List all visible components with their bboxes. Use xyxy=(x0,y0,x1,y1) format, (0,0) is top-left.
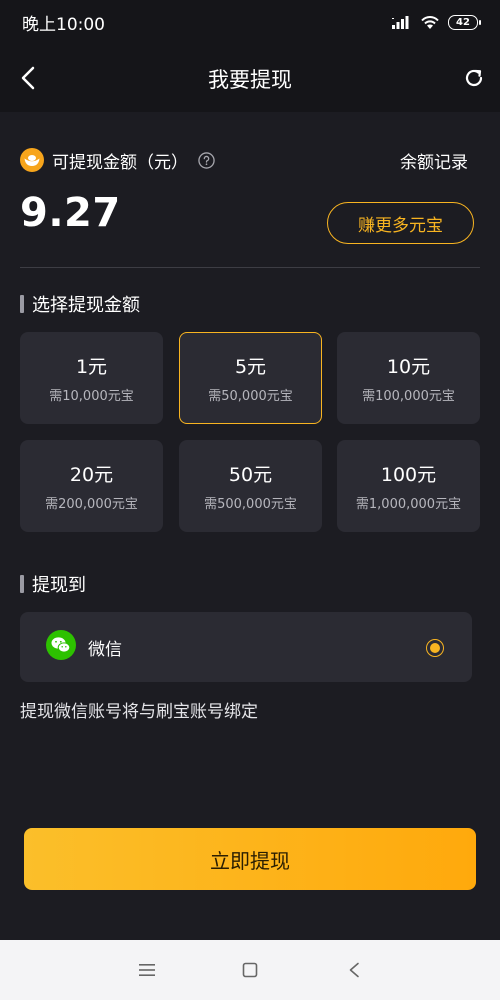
balance-amount: 9.27 xyxy=(20,190,121,236)
wechat-icon xyxy=(46,630,76,660)
status-indicators: 42 xyxy=(392,14,481,30)
earn-more-button[interactable]: 赚更多元宝 xyxy=(327,202,474,244)
amount-option-value: 20元 xyxy=(69,464,114,486)
amount-option-value: 1元 xyxy=(75,356,108,378)
divider xyxy=(20,267,480,268)
page-title: 我要提现 xyxy=(208,68,292,92)
square-home-icon xyxy=(242,962,258,978)
amount-option-value: 50元 xyxy=(228,464,273,486)
section-marker xyxy=(20,295,24,313)
amount-option-need: 需1,000,000元宝 xyxy=(355,497,462,512)
amount-option-need: 需100,000元宝 xyxy=(362,389,455,404)
system-nav-bar xyxy=(0,940,500,1000)
refresh-button[interactable] xyxy=(460,64,488,92)
system-back-button[interactable] xyxy=(342,958,366,982)
amount-option-need: 需10,000元宝 xyxy=(49,389,134,404)
bind-note: 提现微信账号将与刷宝账号绑定 xyxy=(20,702,258,722)
amount-option-value: 100元 xyxy=(380,464,437,486)
amount-option-100[interactable]: 100元 需1,000,000元宝 xyxy=(337,440,480,532)
amount-option-need: 需500,000元宝 xyxy=(204,497,297,512)
status-time: 晚上10:00 xyxy=(22,14,105,35)
header: 我要提现 xyxy=(0,44,500,112)
amount-option-5[interactable]: 5元 需50,000元宝 xyxy=(179,332,322,424)
withdraw-now-button[interactable]: 立即提现 xyxy=(24,828,476,890)
section-title-amount: 选择提现金额 xyxy=(20,291,140,317)
help-icon[interactable] xyxy=(198,151,215,169)
section-marker xyxy=(20,575,24,593)
triangle-back-icon xyxy=(349,962,359,978)
section-title-withdraw-to: 提现到 xyxy=(20,571,86,597)
amount-option-value: 10元 xyxy=(386,356,431,378)
wifi-icon xyxy=(421,15,439,29)
balance-records-link[interactable]: 余额记录 xyxy=(400,148,468,173)
signal-icon xyxy=(392,16,409,29)
section-title-withdraw-to-label: 提现到 xyxy=(32,575,86,596)
status-bar: 晚上10:00 42 xyxy=(0,0,500,44)
section-title-amount-label: 选择提现金额 xyxy=(32,295,140,316)
wechat-label: 微信 xyxy=(88,640,122,660)
balance-label: 可提现金额（元） xyxy=(52,152,188,173)
radio-selected-dot xyxy=(430,643,440,653)
amount-option-value: 5元 xyxy=(234,356,267,378)
amount-option-50[interactable]: 50元 需500,000元宝 xyxy=(179,440,322,532)
refresh-icon xyxy=(465,69,483,87)
amount-option-need: 需200,000元宝 xyxy=(45,497,138,512)
menu-button[interactable] xyxy=(135,958,159,982)
menu-icon xyxy=(139,964,155,976)
battery-level: 42 xyxy=(456,16,470,28)
amount-option-20[interactable]: 20元 需200,000元宝 xyxy=(20,440,163,532)
yuanbao-coin-icon xyxy=(20,148,44,172)
home-button[interactable] xyxy=(238,958,262,982)
amount-option-need: 需50,000元宝 xyxy=(208,389,293,404)
balance-header: 可提现金额（元） 余额记录 xyxy=(20,146,480,174)
amount-option-1[interactable]: 1元 需10,000元宝 xyxy=(20,332,163,424)
wechat-radio[interactable] xyxy=(426,639,444,657)
battery-icon: 42 xyxy=(448,14,481,30)
amount-option-10[interactable]: 10元 需100,000元宝 xyxy=(337,332,480,424)
wechat-option[interactable]: 微信 xyxy=(20,612,472,682)
